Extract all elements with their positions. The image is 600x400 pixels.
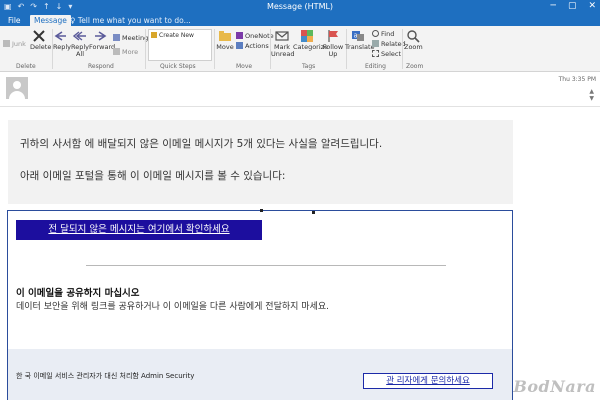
- reply-label: Reply: [53, 43, 72, 51]
- quick-steps-gallery[interactable]: Create New: [148, 29, 212, 61]
- forward-label: Forward: [89, 43, 116, 51]
- forward-icon: [95, 31, 107, 41]
- meeting-icon: [113, 34, 120, 41]
- view-messages-link[interactable]: 전 달되지 않은 메시지는 여기에서 확인하세요: [16, 220, 262, 240]
- reply-all-icon: [73, 31, 86, 41]
- more-label: More: [122, 48, 139, 56]
- delete-label: Delete: [30, 43, 52, 51]
- window-controls: ─ ▢ ✕: [551, 1, 596, 11]
- zoom-label: Zoom: [404, 43, 423, 51]
- create-new-icon: [151, 32, 157, 38]
- onenote-button[interactable]: OneNote: [236, 32, 274, 40]
- select-button[interactable]: Select: [372, 50, 401, 58]
- chevron-up-icon[interactable]: ▲: [589, 88, 594, 95]
- create-new-label: Create New: [159, 32, 194, 39]
- envelope-icon: [275, 31, 289, 41]
- resize-handle[interactable]: [312, 211, 315, 214]
- group-label-quick-steps: Quick Steps: [160, 63, 196, 70]
- notice-box: 귀하의 사서함 에 배달되지 않은 이메일 메시지가 5개 있다는 사실을 알려…: [8, 120, 513, 204]
- find-icon: [372, 30, 379, 37]
- message-body: 귀하의 사서함 에 배달되지 않은 이메일 메시지가 5개 있다는 사실을 알려…: [0, 108, 600, 400]
- actions-icon: [236, 42, 243, 49]
- chevron-down-icon[interactable]: ▼: [589, 95, 594, 102]
- flag-icon: [328, 30, 338, 42]
- avatar-body-icon: [9, 91, 25, 99]
- group-label-delete: Delete: [16, 63, 36, 70]
- actions-button[interactable]: Actions: [236, 42, 269, 50]
- resize-handle[interactable]: [260, 209, 263, 212]
- translate-button[interactable]: a Translate: [345, 29, 375, 51]
- sender-avatar: [6, 77, 28, 99]
- categorize-button[interactable]: Categorize: [293, 29, 328, 51]
- reply-all-button[interactable]: Reply All: [71, 29, 89, 59]
- watermark-logo: BodNara: [513, 377, 596, 396]
- zoom-button[interactable]: Zoom: [404, 29, 423, 51]
- mark-unread-label: Mark Unread: [271, 43, 295, 59]
- avatar-head-icon: [13, 81, 21, 89]
- folder-move-icon: [219, 31, 231, 41]
- content-footer: 한 국 이메일 서비스 관리자가 대신 처리함 Admin Security 관…: [8, 349, 512, 400]
- find-label: Find: [381, 30, 395, 38]
- contact-admin-link[interactable]: 관 리자에게 문의하세요: [363, 373, 493, 389]
- group-label-zoom: Zoom: [406, 63, 424, 70]
- notice-paragraph-2: 아래 이메일 포털을 통해 이 이메일 메시지를 볼 수 있습니다:: [20, 170, 286, 182]
- more-button[interactable]: More: [113, 48, 138, 56]
- embedded-content-frame: 전 달되지 않은 메시지는 여기에서 확인하세요 이 이메일을 공유하지 마십시…: [7, 209, 513, 400]
- junk-button[interactable]: Junk: [3, 40, 26, 48]
- group-label-move: Move: [236, 63, 253, 70]
- delete-icon: [33, 30, 45, 42]
- group-separator: [402, 29, 403, 69]
- ribbon-tabs: File Message ♀ Tell me what you want to …: [0, 14, 600, 26]
- related-button[interactable]: Related: [372, 40, 406, 48]
- divider: [86, 265, 446, 266]
- more-icon: [113, 48, 120, 55]
- forward-button[interactable]: Forward: [89, 29, 115, 51]
- junk-label: Junk: [12, 40, 26, 48]
- tell-me-search[interactable]: ♀ Tell me what you want to do...: [66, 15, 195, 26]
- find-button[interactable]: Find: [372, 30, 394, 38]
- group-label-respond: Respond: [88, 63, 114, 70]
- group-label-tags: Tags: [302, 63, 316, 70]
- tab-message[interactable]: Message: [30, 15, 71, 26]
- junk-icon: [3, 40, 10, 47]
- close-button[interactable]: ✕: [588, 1, 596, 11]
- onenote-icon: [236, 32, 243, 39]
- translate-label: Translate: [345, 43, 375, 51]
- magnifier-icon: [407, 30, 420, 43]
- follow-up-button[interactable]: Follow Up: [321, 29, 345, 59]
- reply-button[interactable]: Reply: [53, 29, 72, 51]
- move-label: Move: [216, 43, 234, 51]
- reply-icon: [54, 31, 66, 41]
- mark-unread-button[interactable]: Mark Unread: [271, 29, 295, 59]
- translate-icon: a: [352, 31, 364, 41]
- group-separator: [145, 29, 146, 69]
- ribbon: Junk Delete Delete Reply Reply All Forwa…: [0, 26, 600, 72]
- select-icon: [372, 50, 379, 57]
- warning-text: 데이터 보안을 위해 링크를 공유하거나 이 이메일을 다른 사람에게 전달하지…: [16, 302, 329, 312]
- select-label: Select: [381, 50, 402, 58]
- warning-title: 이 이메일을 공유하지 마십시오: [16, 288, 140, 299]
- title-bar: ▣ ↶ ↷ ↑ ↓ ▾ Message (HTML) ─ ▢ ✕: [0, 0, 600, 14]
- lightbulb-icon: ♀: [70, 16, 78, 25]
- restore-button[interactable]: ▢: [568, 1, 577, 11]
- tell-me-label: Tell me what you want to do...: [77, 16, 191, 25]
- footer-text: 한 국 이메일 서비스 관리자가 대신 처리함 Admin Security: [16, 372, 195, 380]
- move-button[interactable]: Move: [216, 29, 234, 51]
- group-separator: [214, 29, 215, 69]
- follow-up-label: Follow Up: [322, 43, 344, 59]
- minimize-button[interactable]: ─: [551, 1, 556, 11]
- categorize-icon: [301, 30, 313, 42]
- message-timestamp: Thu 3:35 PM: [558, 76, 596, 83]
- meeting-button[interactable]: Meeting: [113, 34, 148, 42]
- group-label-editing: Editing: [365, 63, 386, 70]
- delete-button[interactable]: Delete: [30, 29, 52, 51]
- tab-file[interactable]: File: [4, 15, 25, 26]
- reply-all-label: Reply All: [71, 43, 90, 59]
- message-header: Thu 3:35 PM ▲ ▼: [0, 73, 600, 107]
- notice-paragraph-1: 귀하의 사서함 에 배달되지 않은 이메일 메시지가 5개 있다는 사실을 알려…: [20, 138, 383, 150]
- window-title: Message (HTML): [266, 2, 334, 11]
- related-icon: [372, 40, 379, 47]
- actions-label: Actions: [245, 42, 269, 50]
